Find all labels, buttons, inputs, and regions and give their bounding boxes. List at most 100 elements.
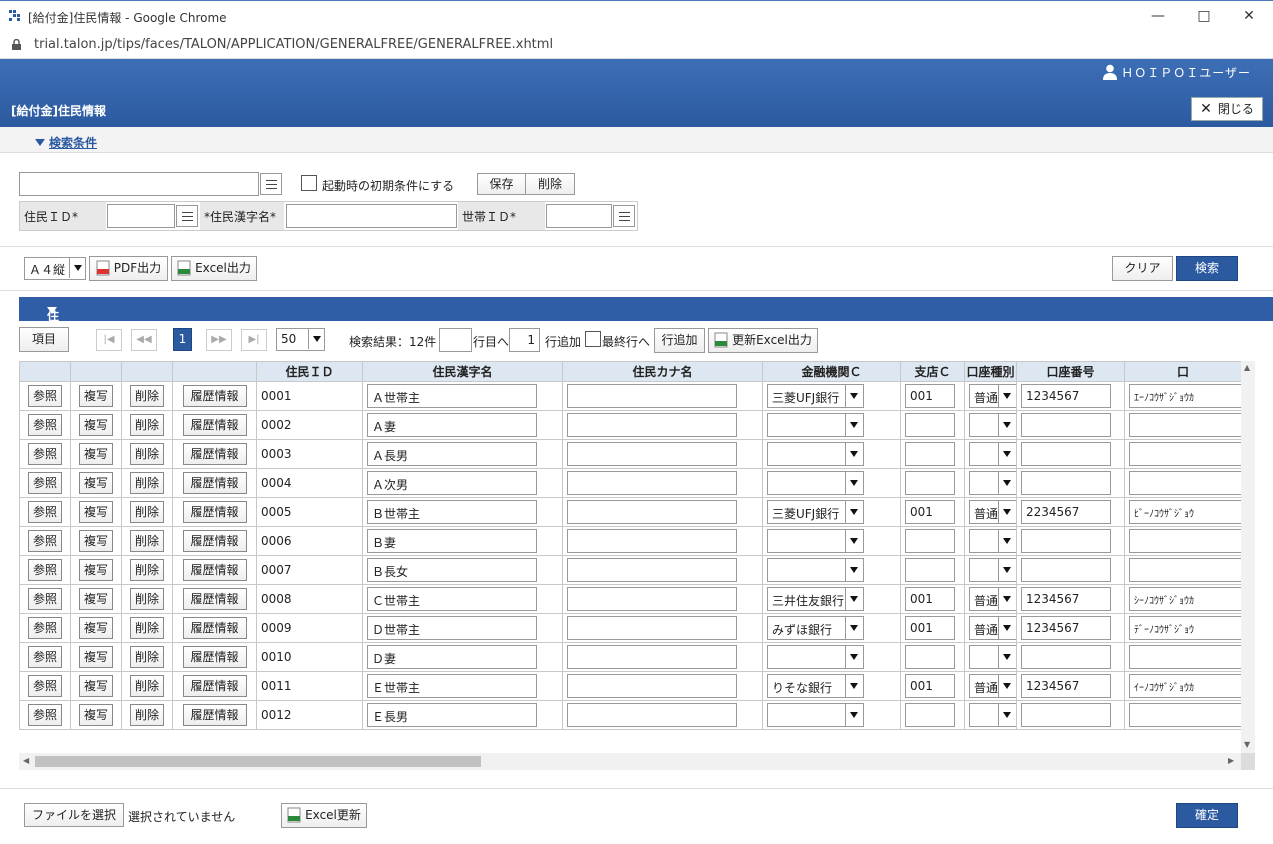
last-page-icon[interactable]: ▶| <box>241 329 267 351</box>
account-type-select[interactable] <box>969 413 1016 437</box>
delete-row-button[interactable]: 削除 <box>130 559 164 581</box>
delete-row-button[interactable]: 削除 <box>130 646 164 668</box>
account-holder-field[interactable] <box>1129 645 1241 669</box>
account-number-field[interactable]: 1234567 <box>1021 384 1111 408</box>
account-holder-field[interactable]: ﾃﾞｰﾉｺｳｻﾞｼﾞｮｳ <box>1129 616 1241 640</box>
confirm-button[interactable]: 確定 <box>1176 803 1238 828</box>
maximize-icon[interactable]: □ <box>1184 5 1224 27</box>
kana-name-field[interactable] <box>567 384 737 408</box>
account-number-field[interactable] <box>1021 703 1111 727</box>
account-number-field[interactable]: 2234567 <box>1021 500 1111 524</box>
resident-id-input[interactable] <box>107 204 175 228</box>
branch-field[interactable]: 001 <box>905 616 955 640</box>
delete-row-button[interactable]: 削除 <box>130 530 164 552</box>
scroll-left-icon[interactable]: ◀ <box>23 756 29 765</box>
branch-field[interactable] <box>905 413 955 437</box>
scroll-down-icon[interactable]: ▼ <box>1244 740 1250 749</box>
account-number-field[interactable] <box>1021 645 1111 669</box>
delete-row-button[interactable]: 削除 <box>130 385 164 407</box>
account-number-field[interactable]: 1234567 <box>1021 674 1111 698</box>
delete-row-button[interactable]: 削除 <box>130 617 164 639</box>
search-conditions-toggle[interactable]: 検索条件 <box>35 134 97 151</box>
user-menu[interactable]: ＨＯＩＰＯＩユーザー <box>1103 64 1251 81</box>
account-type-select[interactable]: 普通 <box>969 500 1016 524</box>
account-number-field[interactable]: 1234567 <box>1021 587 1111 611</box>
close-window-icon[interactable]: ✕ <box>1229 5 1269 27</box>
close-button[interactable]: ✕ 閉じる <box>1191 97 1263 121</box>
scroll-right-icon[interactable]: ▶ <box>1228 756 1234 765</box>
add-count-input[interactable]: 1 <box>509 328 540 352</box>
next-page-icon[interactable]: ▶▶ <box>206 329 232 351</box>
copy-button[interactable]: 複写 <box>79 617 113 639</box>
account-holder-field[interactable] <box>1129 413 1241 437</box>
copy-button[interactable]: 複写 <box>79 704 113 726</box>
view-button[interactable]: 参照 <box>28 617 62 639</box>
account-number-field[interactable] <box>1021 471 1111 495</box>
household-id-input[interactable] <box>546 204 612 228</box>
kanji-name-field[interactable]: Ｄ世帯主 <box>367 616 537 640</box>
list-icon[interactable] <box>176 205 198 227</box>
account-number-field[interactable] <box>1021 529 1111 553</box>
kanji-name-field[interactable]: Ａ世帯主 <box>367 384 537 408</box>
account-holder-field[interactable]: ｼｰﾉｺｳｻﾞｼﾞｮｳｶ <box>1129 587 1241 611</box>
search-button[interactable]: 検索 <box>1176 256 1238 281</box>
bank-select[interactable]: 三菱UFJ銀行 <box>767 384 864 408</box>
copy-button[interactable]: 複写 <box>79 501 113 523</box>
account-type-select[interactable] <box>969 703 1016 727</box>
excel-update-button[interactable]: Excel更新 <box>281 803 367 828</box>
view-button[interactable]: 参照 <box>28 414 62 436</box>
account-type-select[interactable] <box>969 558 1016 582</box>
bank-select[interactable] <box>767 645 864 669</box>
kana-name-field[interactable] <box>567 645 737 669</box>
bank-select[interactable] <box>767 471 864 495</box>
address-bar[interactable]: trial.talon.jp/tips/faces/TALON/APPLICAT… <box>0 31 1273 59</box>
kanji-name-field[interactable]: Ｃ世帯主 <box>367 587 537 611</box>
account-holder-field[interactable] <box>1129 703 1241 727</box>
view-button[interactable]: 参照 <box>28 559 62 581</box>
account-number-field[interactable] <box>1021 442 1111 466</box>
history-button[interactable]: 履歴情報 <box>182 530 247 552</box>
history-button[interactable]: 履歴情報 <box>182 472 247 494</box>
kanji-name-field[interactable]: Ａ長男 <box>367 442 537 466</box>
view-button[interactable]: 参照 <box>28 472 62 494</box>
delete-row-button[interactable]: 削除 <box>130 472 164 494</box>
bank-select[interactable]: 三菱UFJ銀行 <box>767 500 864 524</box>
view-button[interactable]: 参照 <box>28 385 62 407</box>
bank-select[interactable]: みずほ銀行 <box>767 616 864 640</box>
account-type-select[interactable]: 普通 <box>969 384 1016 408</box>
history-button[interactable]: 履歴情報 <box>182 414 247 436</box>
vertical-scrollbar[interactable]: ▲ ▼ <box>1241 361 1255 753</box>
kanji-name-field[interactable]: Ｂ世帯主 <box>367 500 537 524</box>
kana-name-field[interactable] <box>567 558 737 582</box>
view-button[interactable]: 参照 <box>28 501 62 523</box>
copy-button[interactable]: 複写 <box>79 443 113 465</box>
delete-row-button[interactable]: 削除 <box>130 588 164 610</box>
add-row-button[interactable]: 行追加 <box>654 328 705 353</box>
kanji-name-field[interactable]: Ｂ妻 <box>367 529 537 553</box>
list-icon[interactable] <box>260 173 282 195</box>
first-page-icon[interactable]: |◀ <box>96 329 122 351</box>
kanji-name-field[interactable]: Ｅ世帯主 <box>367 674 537 698</box>
paper-size-select[interactable]: Ａ４縦 <box>24 257 86 280</box>
kana-name-field[interactable] <box>567 413 737 437</box>
bank-select[interactable] <box>767 413 864 437</box>
branch-field[interactable]: 001 <box>905 674 955 698</box>
startup-default-checkbox[interactable] <box>301 175 317 191</box>
view-button[interactable]: 参照 <box>28 443 62 465</box>
view-button[interactable]: 参照 <box>28 588 62 610</box>
kana-name-field[interactable] <box>567 674 737 698</box>
branch-field[interactable]: 001 <box>905 500 955 524</box>
account-type-select[interactable] <box>969 529 1016 553</box>
delete-row-button[interactable]: 削除 <box>130 501 164 523</box>
page-size-select[interactable]: 50 <box>276 328 325 351</box>
history-button[interactable]: 履歴情報 <box>182 675 247 697</box>
account-holder-field[interactable] <box>1129 558 1241 582</box>
kana-name-field[interactable] <box>567 471 737 495</box>
kanji-name-field[interactable]: Ｄ妻 <box>367 645 537 669</box>
view-button[interactable]: 参照 <box>28 675 62 697</box>
history-button[interactable]: 履歴情報 <box>182 501 247 523</box>
account-type-select[interactable] <box>969 471 1016 495</box>
copy-button[interactable]: 複写 <box>79 414 113 436</box>
resident-info-panel-header[interactable]: 住民情報 <box>19 297 1273 374</box>
delete-row-button[interactable]: 削除 <box>130 675 164 697</box>
